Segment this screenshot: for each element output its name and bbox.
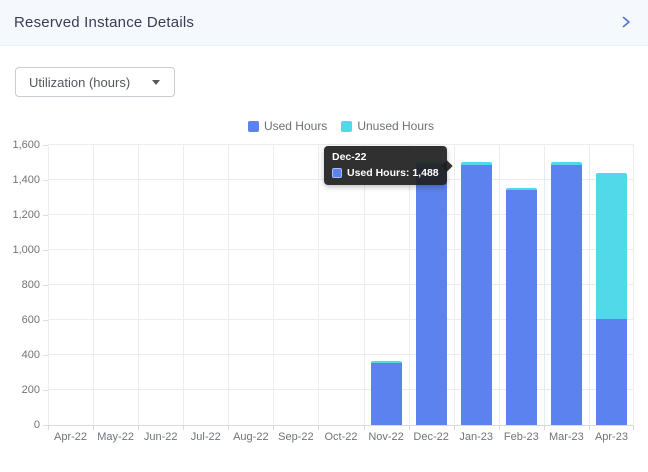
y-tick-label: 1,400 <box>0 174 40 186</box>
x-tick-label: Sep-22 <box>271 431 321 443</box>
x-tick-mark <box>454 425 455 430</box>
x-tick-mark <box>318 425 319 430</box>
gridline-horizontal <box>48 354 634 355</box>
reserved-instance-details-panel: Reserved Instance Details Utilization (h… <box>0 0 648 472</box>
metric-select-dropdown[interactable]: Utilization (hours) <box>15 67 175 97</box>
x-tick-mark <box>228 425 229 430</box>
chart-legend: Used Hours Unused Hours <box>48 118 634 134</box>
x-tick-label: Jun-22 <box>136 431 186 443</box>
tooltip-title: Dec-22 <box>332 151 439 163</box>
gridline-horizontal <box>48 144 634 145</box>
bar-segment-used-Jan-23[interactable] <box>461 165 492 425</box>
chevron-right-icon <box>619 15 633 32</box>
bar-segment-used-Dec-22[interactable] <box>416 165 447 425</box>
bar-segment-unused-Nov-22[interactable] <box>371 361 402 364</box>
bar-segment-unused-Apr-23[interactable] <box>596 173 627 319</box>
bar-segment-unused-Mar-23[interactable] <box>551 162 582 165</box>
x-tick-label: Apr-23 <box>586 431 636 443</box>
gridline-horizontal <box>48 284 634 285</box>
legend-label: Used Hours <box>264 119 327 133</box>
gridline-horizontal <box>48 214 634 215</box>
chart-plot-area <box>48 145 634 425</box>
used-hours-swatch-icon <box>248 121 259 132</box>
x-tick-label: Dec-22 <box>406 431 456 443</box>
unused-hours-swatch-icon <box>341 121 352 132</box>
legend-label: Unused Hours <box>357 119 434 133</box>
y-tick-label: 800 <box>0 279 40 291</box>
gridline-horizontal <box>48 425 634 426</box>
x-tick-label: Apr-22 <box>46 431 96 443</box>
x-tick-label: Jan-23 <box>451 431 501 443</box>
bar-segment-used-Mar-23[interactable] <box>551 165 582 425</box>
x-tick-mark <box>48 425 49 430</box>
x-tick-label: Mar-23 <box>541 431 591 443</box>
tooltip-series-marker-icon <box>332 168 342 178</box>
gridline-horizontal <box>48 249 634 250</box>
gridline-vertical <box>409 145 410 425</box>
bar-segment-used-Apr-23[interactable] <box>596 319 627 425</box>
x-tick-mark <box>138 425 139 430</box>
gridline-vertical <box>318 145 319 425</box>
x-tick-label: Feb-23 <box>496 431 546 443</box>
x-tick-mark <box>589 425 590 430</box>
page-title: Reserved Instance Details <box>14 14 194 31</box>
x-tick-mark <box>544 425 545 430</box>
gridline-vertical <box>499 145 500 425</box>
x-tick-label: Jul-22 <box>181 431 231 443</box>
y-axis-labels: 02004006008001,0001,2001,4001,600 <box>0 145 40 425</box>
gridline-vertical <box>364 145 365 425</box>
gridline-vertical <box>48 145 49 425</box>
tooltip-series-row: Used Hours: 1,488 <box>332 167 439 179</box>
bar-segment-unused-Jan-23[interactable] <box>461 162 492 165</box>
x-tick-mark <box>499 425 500 430</box>
legend-item-used-hours[interactable]: Used Hours <box>248 119 327 133</box>
gridline-horizontal <box>48 389 634 390</box>
x-tick-label: May-22 <box>91 431 141 443</box>
dropdown-caret-icon <box>152 80 160 85</box>
bar-segment-unused-Feb-23[interactable] <box>506 188 537 191</box>
x-tick-label: Nov-22 <box>361 431 411 443</box>
y-tick-label: 0 <box>0 419 40 431</box>
gridline-vertical <box>183 145 184 425</box>
x-axis-labels: Apr-22May-22Jun-22Jul-22Aug-22Sep-22Oct-… <box>48 431 634 445</box>
gridline-horizontal <box>48 319 634 320</box>
chart-tooltip: Dec-22 Used Hours: 1,488 <box>324 146 447 185</box>
gridline-vertical <box>93 145 94 425</box>
x-tick-mark <box>409 425 410 430</box>
y-tick-label: 1,200 <box>0 209 40 221</box>
x-tick-mark <box>273 425 274 430</box>
bar-segment-used-Feb-23[interactable] <box>506 190 537 425</box>
bar-segment-used-Nov-22[interactable] <box>371 363 402 425</box>
metric-select-value: Utilization (hours) <box>16 75 152 90</box>
x-tick-label: Oct-22 <box>316 431 366 443</box>
legend-item-unused-hours[interactable]: Unused Hours <box>341 119 434 133</box>
gridline-vertical <box>544 145 545 425</box>
y-tick-label: 1,000 <box>0 244 40 256</box>
gridline-vertical <box>228 145 229 425</box>
panel-header: Reserved Instance Details <box>0 0 648 46</box>
x-tick-mark <box>93 425 94 430</box>
tooltip-value: Used Hours: 1,488 <box>347 167 439 179</box>
y-tick-label: 1,600 <box>0 139 40 151</box>
panel-collapse-button[interactable] <box>612 9 640 37</box>
gridline-vertical <box>589 145 590 425</box>
x-tick-mark <box>633 425 634 430</box>
x-tick-label: Aug-22 <box>226 431 276 443</box>
x-tick-mark <box>183 425 184 430</box>
y-tick-label: 600 <box>0 314 40 326</box>
gridline-vertical <box>273 145 274 425</box>
x-tick-mark <box>364 425 365 430</box>
y-tick-label: 200 <box>0 384 40 396</box>
gridline-vertical <box>138 145 139 425</box>
gridline-vertical <box>633 145 634 425</box>
y-tick-label: 400 <box>0 349 40 361</box>
gridline-vertical <box>454 145 455 425</box>
